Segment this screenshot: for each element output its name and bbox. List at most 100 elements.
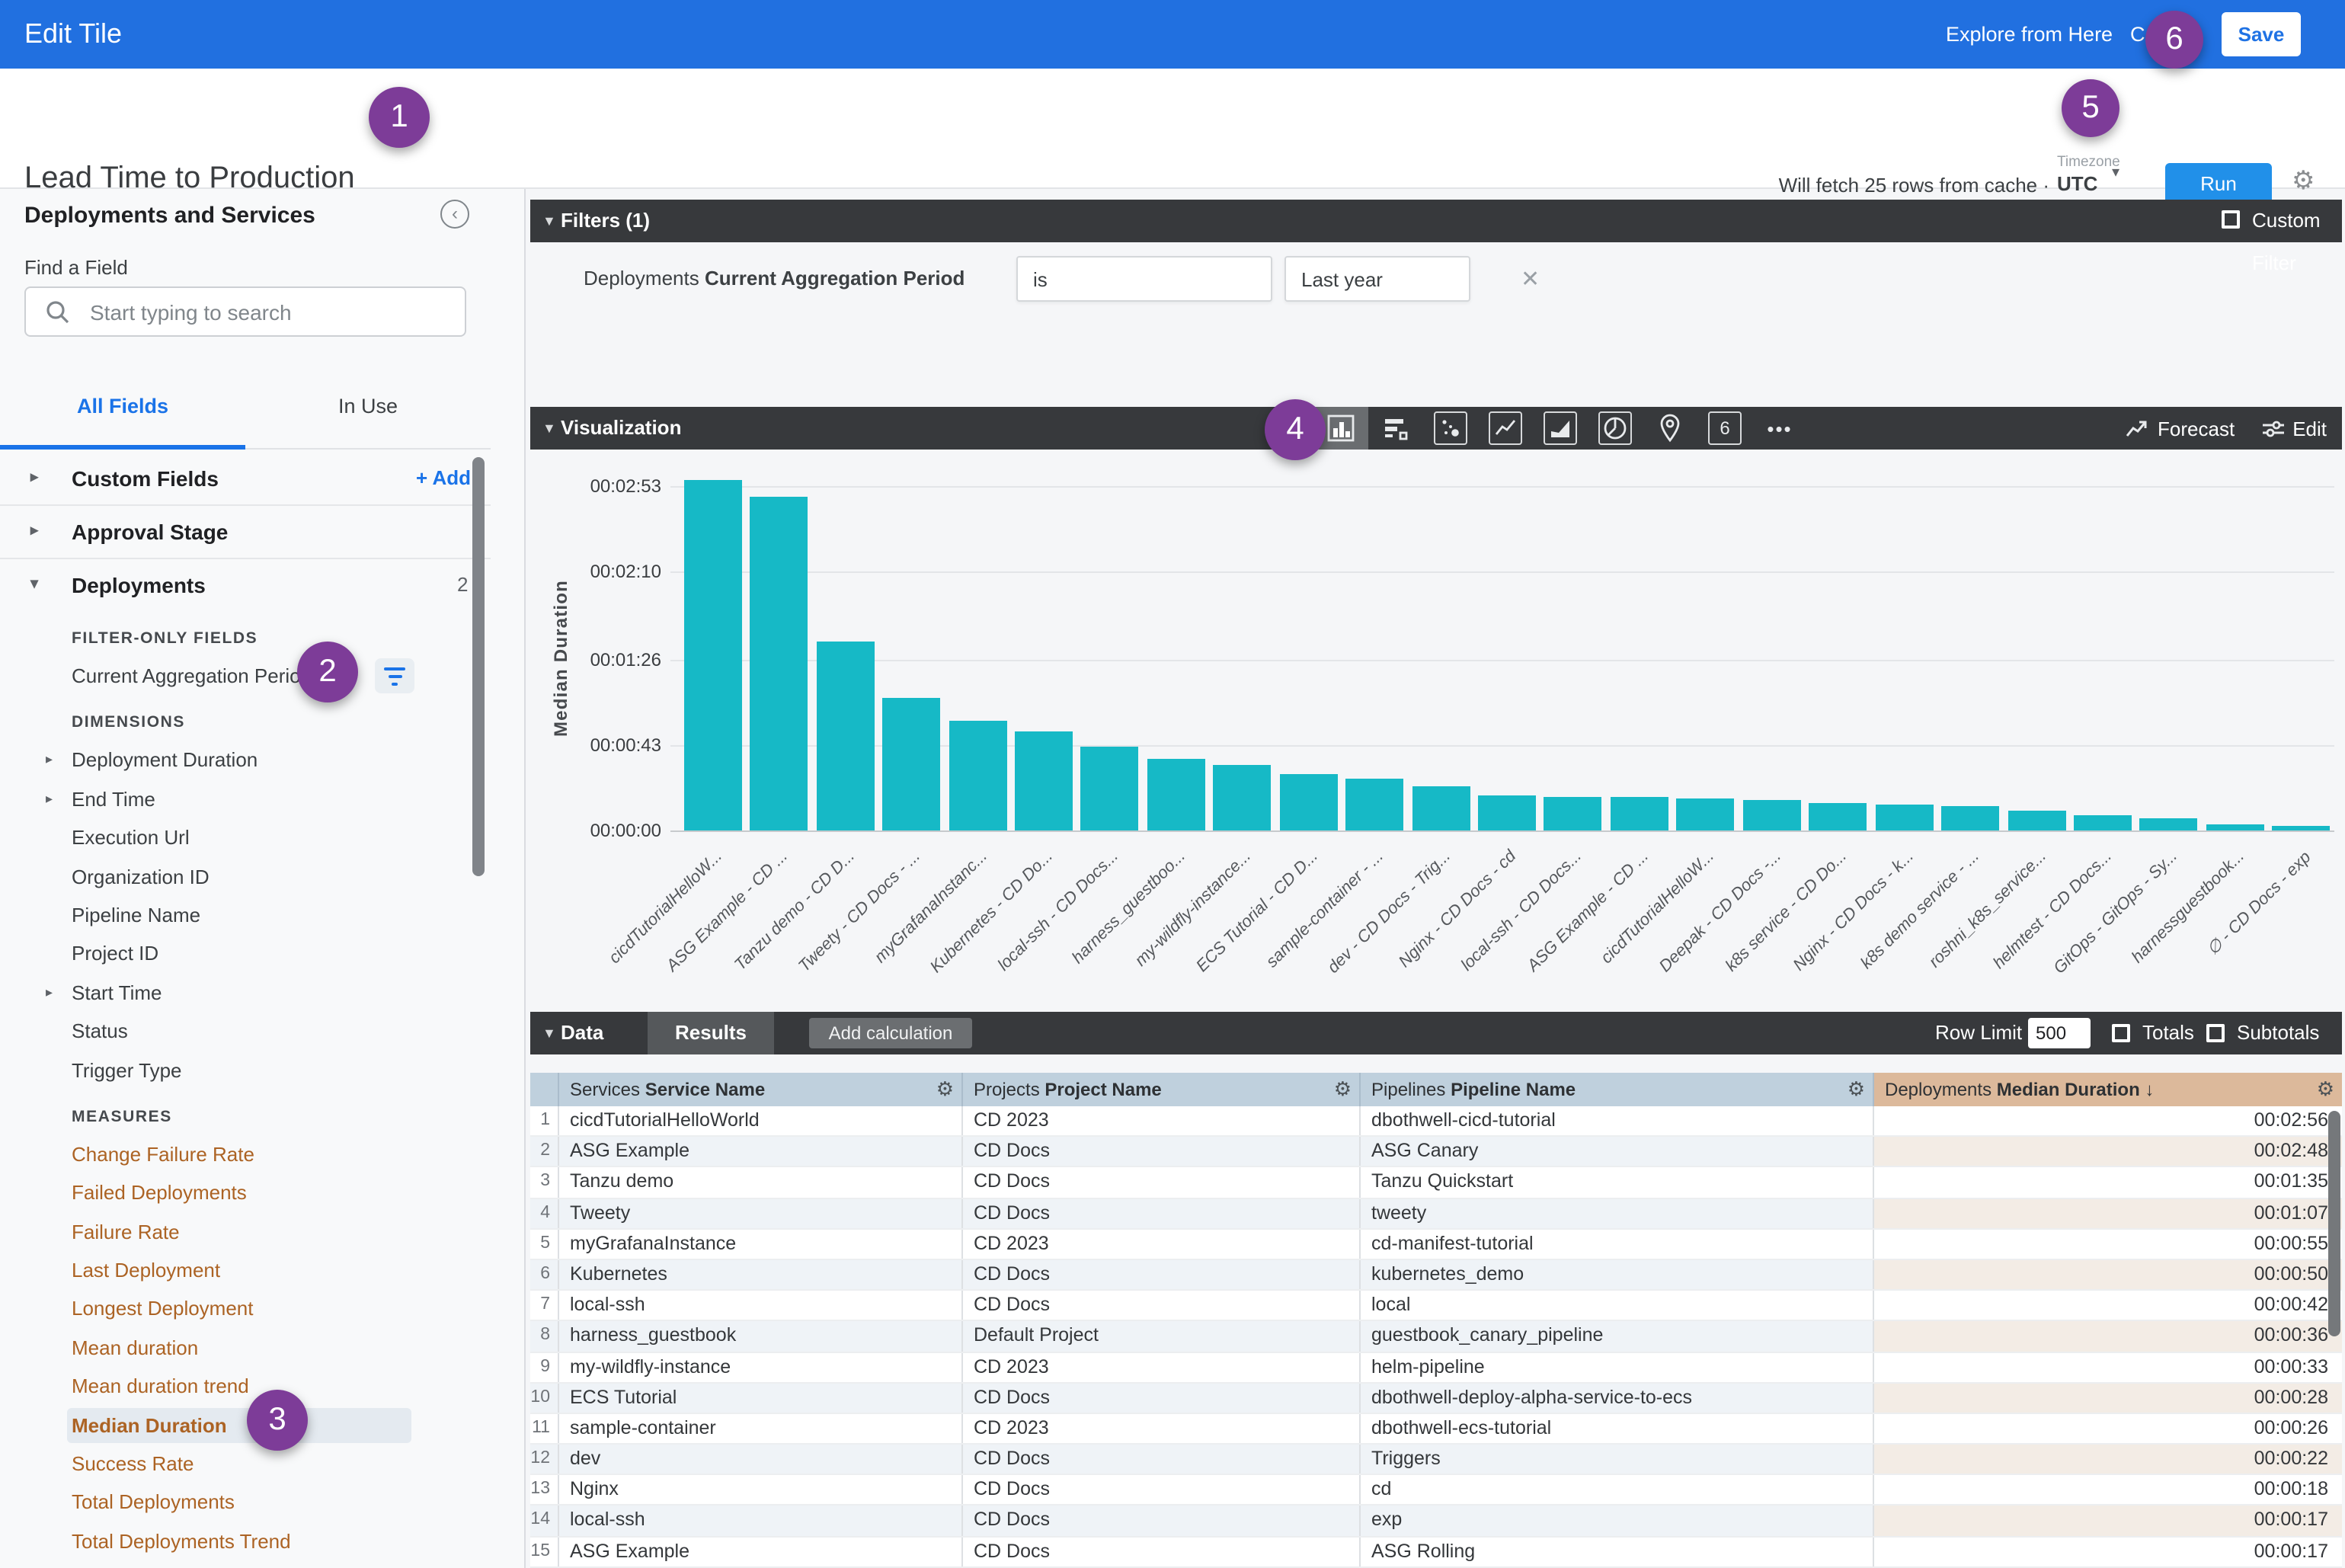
gear-icon[interactable]: ⚙ xyxy=(2317,1073,2334,1106)
chart-bar[interactable] xyxy=(1147,759,1205,830)
cell-median-duration[interactable]: 00:00:33 xyxy=(1874,1352,2342,1381)
viz-type-single-value-icon[interactable]: 6 xyxy=(1697,407,1752,450)
cell-project-name[interactable]: CD Docs xyxy=(963,1506,1361,1535)
cell-median-duration[interactable]: 00:00:50 xyxy=(1874,1260,2342,1289)
cell-project-name[interactable]: CD Docs xyxy=(963,1445,1361,1474)
chart-bar[interactable] xyxy=(2074,814,2132,830)
chart-bar[interactable] xyxy=(2206,824,2264,830)
cell-service-name[interactable]: my-wildfly-instance xyxy=(559,1352,963,1381)
cell-median-duration[interactable]: 00:00:17 xyxy=(1874,1506,2342,1535)
filter-value-input[interactable] xyxy=(1284,256,1470,302)
cell-project-name[interactable]: Default Project xyxy=(963,1322,1361,1351)
cell-pipeline-name[interactable]: ASG Canary xyxy=(1361,1137,1874,1166)
filters-section-bar[interactable]: ▼ Filters (1) Custom Filter xyxy=(530,200,2342,242)
gear-icon[interactable]: ⚙ xyxy=(2292,166,2315,197)
chart-bar[interactable] xyxy=(1809,802,1867,830)
chart-bar[interactable] xyxy=(1412,787,1470,830)
field-item-success-rate[interactable]: Success Rate xyxy=(0,1445,491,1483)
cell-median-duration[interactable]: 00:00:55 xyxy=(1874,1230,2342,1259)
cell-median-duration[interactable]: 00:00:36 xyxy=(1874,1322,2342,1351)
cell-median-duration[interactable]: 00:01:35 xyxy=(1874,1168,2342,1197)
cell-project-name[interactable]: CD Docs xyxy=(963,1260,1361,1289)
gear-icon[interactable]: ⚙ xyxy=(1334,1073,1352,1106)
cell-project-name[interactable]: CD 2023 xyxy=(963,1106,1361,1135)
field-item-mean-duration[interactable]: Mean duration xyxy=(0,1329,491,1368)
cell-project-name[interactable]: CD Docs xyxy=(963,1198,1361,1227)
field-item-longest-deployment[interactable]: Longest Deployment xyxy=(0,1290,491,1329)
chart-bar[interactable] xyxy=(1015,731,1073,830)
chart-bar[interactable] xyxy=(1677,798,1735,830)
cell-service-name[interactable]: Kubernetes xyxy=(559,1260,963,1289)
chart-bar[interactable] xyxy=(1611,797,1668,830)
filter-operator-input[interactable] xyxy=(1016,256,1272,302)
cell-pipeline-name[interactable]: guestbook_canary_pipeline xyxy=(1361,1322,1874,1351)
cell-service-name[interactable]: myGrafanaInstance xyxy=(559,1230,963,1259)
cell-project-name[interactable]: CD Docs xyxy=(963,1383,1361,1412)
chart-bar[interactable] xyxy=(1478,795,1536,830)
field-item-failure-rate[interactable]: Failure Rate xyxy=(0,1212,491,1251)
explore-from-here-link[interactable]: Explore from Here xyxy=(1946,0,2113,69)
remove-filter-icon close-icon[interactable]: ✕ xyxy=(1521,265,1540,293)
chart-bar[interactable] xyxy=(1743,801,1801,830)
cell-median-duration[interactable]: 00:01:07 xyxy=(1874,1198,2342,1227)
cell-service-name[interactable]: ASG Example xyxy=(559,1137,963,1166)
field-item-status[interactable]: Status xyxy=(0,1012,491,1051)
tab-results[interactable]: Results xyxy=(648,1012,774,1054)
cell-pipeline-name[interactable]: dbothwell-cicd-tutorial xyxy=(1361,1106,1874,1135)
field-item-change-failure-rate[interactable]: Change Failure Rate xyxy=(0,1135,491,1174)
column-header-project-name[interactable]: Projects Project Name⚙ xyxy=(963,1073,1361,1106)
cell-median-duration[interactable]: 00:02:48 xyxy=(1874,1137,2342,1166)
filter-by-field-icon[interactable] xyxy=(375,658,414,693)
save-button[interactable]: Save xyxy=(2222,12,2301,56)
cell-pipeline-name[interactable]: Tanzu Quickstart xyxy=(1361,1168,1874,1197)
row-limit-input[interactable] xyxy=(2028,1018,2091,1048)
sidebar-scrollbar[interactable] xyxy=(472,457,485,876)
visualization-section-bar[interactable]: ▼ Visualization 6••• Forecast Edit xyxy=(530,407,2342,450)
cell-service-name[interactable]: dev xyxy=(559,1445,963,1474)
viz-type-area-chart-icon[interactable] xyxy=(1533,407,1588,450)
cell-project-name[interactable]: CD Docs xyxy=(963,1476,1361,1505)
cell-pipeline-name[interactable]: Triggers xyxy=(1361,1445,1874,1474)
chart-bar[interactable] xyxy=(949,721,1006,830)
collapse-panel-icon[interactable]: ‹ xyxy=(440,200,469,229)
viz-type-line-chart-icon[interactable] xyxy=(1478,407,1533,450)
chart-bar[interactable] xyxy=(1345,779,1403,830)
cell-project-name[interactable]: CD 2023 xyxy=(963,1352,1361,1381)
cell-pipeline-name[interactable]: exp xyxy=(1361,1506,1874,1535)
field-item-execution-url[interactable]: Execution Url xyxy=(0,818,491,857)
sidebar-group-deployments[interactable]: ▾ Deployments2 xyxy=(0,559,491,611)
field-item-start-time[interactable]: ▸Start Time xyxy=(0,973,491,1012)
cell-service-name[interactable]: harness_guestbook xyxy=(559,1322,963,1351)
chart-bar[interactable] xyxy=(2140,818,2198,830)
viz-type-more-icon[interactable]: ••• xyxy=(1752,407,1807,450)
cell-median-duration[interactable]: 00:00:28 xyxy=(1874,1383,2342,1412)
field-item-project-id[interactable]: Project ID xyxy=(0,935,491,974)
field-item-pipeline-name[interactable]: Pipeline Name xyxy=(0,896,491,935)
cell-service-name[interactable]: local-ssh xyxy=(559,1291,963,1320)
viz-type-pie-chart-icon[interactable] xyxy=(1588,407,1643,450)
tab-all-fields[interactable]: All Fields xyxy=(0,370,245,443)
cell-pipeline-name[interactable]: kubernetes_demo xyxy=(1361,1260,1874,1289)
viz-type-scatter-icon[interactable] xyxy=(1423,407,1478,450)
cell-median-duration[interactable]: 00:00:42 xyxy=(1874,1291,2342,1320)
cell-service-name[interactable]: Tanzu demo xyxy=(559,1168,963,1197)
search-input[interactable] xyxy=(87,288,453,335)
chart-bar[interactable] xyxy=(750,496,808,830)
cell-project-name[interactable]: CD Docs xyxy=(963,1168,1361,1197)
chart-bar[interactable] xyxy=(1875,805,1933,830)
add-custom-field-button[interactable]: + Add xyxy=(416,453,471,504)
subtotals-checkbox[interactable] xyxy=(2206,1024,2225,1042)
chart-bar[interactable] xyxy=(1941,807,1999,830)
custom-filter-checkbox[interactable] xyxy=(2222,210,2240,229)
cell-service-name[interactable]: Nginx xyxy=(559,1476,963,1505)
field-item-organization-id[interactable]: Organization ID xyxy=(0,857,491,896)
field-item-median-duration[interactable]: Median Duration xyxy=(0,1406,491,1445)
cell-project-name[interactable]: CD 2023 xyxy=(963,1414,1361,1443)
viz-type-bar-chart-icon[interactable] xyxy=(1368,407,1423,450)
cell-pipeline-name[interactable]: dbothwell-deploy-alpha-service-to-ecs xyxy=(1361,1383,1874,1412)
column-header-median-duration[interactable]: Deployments Median Duration ↓⚙ xyxy=(1874,1073,2342,1106)
cell-project-name[interactable]: CD 2023 xyxy=(963,1230,1361,1259)
gear-icon[interactable]: ⚙ xyxy=(936,1073,954,1106)
cell-project-name[interactable]: CD Docs xyxy=(963,1137,1361,1166)
cell-service-name[interactable]: ECS Tutorial xyxy=(559,1383,963,1412)
